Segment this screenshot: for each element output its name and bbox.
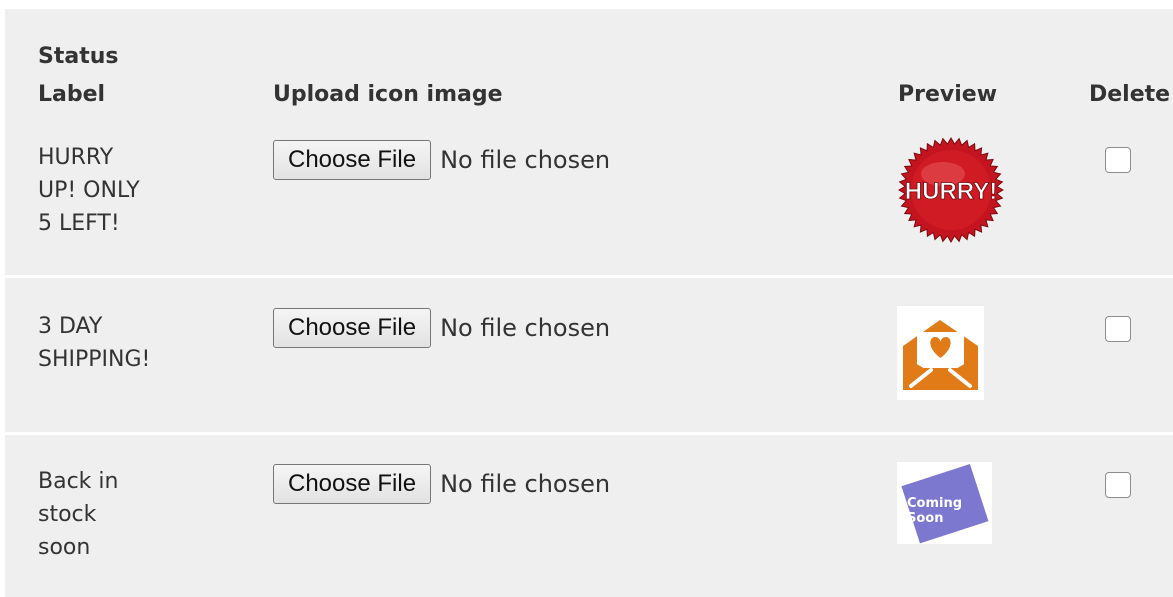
row-status-label: 3 DAY SHIPPING!	[38, 314, 151, 372]
header-upload-icon-image: Upload icon image	[273, 82, 503, 107]
delete-checkbox[interactable]	[1105, 147, 1131, 173]
coming-soon-line-2: Soon	[907, 511, 943, 526]
row-status-label: HURRY UP! ONLY 5 LEFT!	[38, 145, 140, 236]
file-status-text: No file chosen	[440, 470, 611, 498]
file-upload-control[interactable]: Choose File No file chosen	[273, 139, 610, 181]
delete-checkbox[interactable]	[1105, 316, 1131, 342]
hurry-badge-text: HURRY!	[905, 178, 997, 205]
delete-checkbox[interactable]	[1105, 472, 1131, 498]
choose-file-button[interactable]: Choose File	[273, 140, 432, 180]
file-status-text: No file chosen	[440, 146, 611, 174]
row-status-label: Back in stock soon	[38, 469, 119, 560]
choose-file-button[interactable]: Choose File	[273, 464, 432, 504]
coming-soon-line-1: Coming	[907, 496, 962, 511]
choose-file-button[interactable]: Choose File	[273, 308, 432, 348]
hurry-badge-icon: HURRY!	[897, 136, 1005, 244]
header-delete: Delete	[1089, 82, 1171, 107]
file-upload-control[interactable]: Choose File No file chosen	[273, 463, 610, 505]
envelope-heart-icon	[897, 306, 984, 400]
status-label-table	[5, 9, 1173, 597]
row-divider	[5, 432, 1173, 435]
coming-soon-icon: Coming Soon	[897, 462, 992, 544]
row-divider	[5, 275, 1173, 278]
header-status-label: Status Label	[38, 44, 119, 107]
file-status-text: No file chosen	[440, 314, 611, 342]
header-preview: Preview	[898, 82, 998, 107]
file-upload-control[interactable]: Choose File No file chosen	[273, 307, 610, 349]
